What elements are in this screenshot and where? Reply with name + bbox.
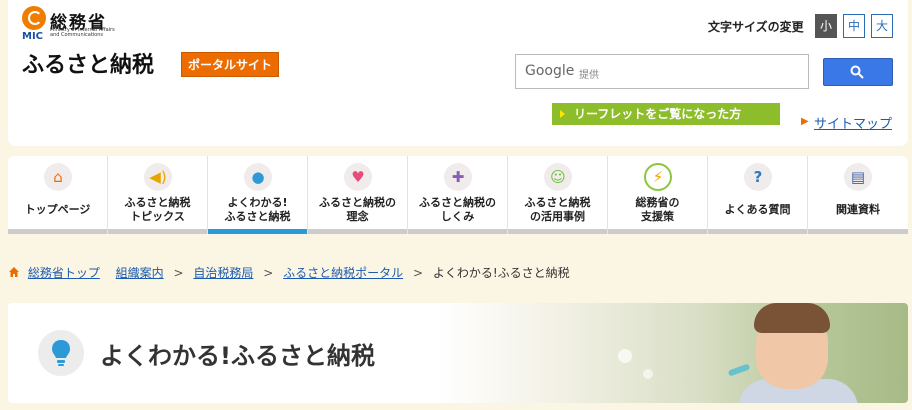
nav-item-understanding[interactable]: ● よくわかる! ふるさと納税 xyxy=(208,156,308,234)
puzzle-icon: ✚ xyxy=(444,163,472,191)
sitemap-arrow-icon: ▶ xyxy=(801,116,809,127)
global-nav: ⌂ トップページ ◀) ふるさと納税 トピックス ● よくわかる! ふるさと納税… xyxy=(8,156,908,234)
leaflet-button[interactable]: リーフレットをご覧になった方 xyxy=(552,103,780,125)
nav-label: トップページ xyxy=(24,203,91,216)
font-size-medium-button[interactable]: 中 xyxy=(843,14,865,38)
breadcrumb-link-organization[interactable]: 組織案内 xyxy=(116,266,164,280)
portal-badge: ポータルサイト xyxy=(181,52,280,77)
search-provider-label: 提供 xyxy=(579,70,599,81)
lightbulb-icon: ● xyxy=(244,163,272,191)
ministry-english: Ministry of Internal Affairs and Communi… xyxy=(50,27,115,38)
lightbulb-icon xyxy=(38,330,84,376)
home-icon xyxy=(9,267,19,277)
page-hero: よくわかる!ふるさと納税 xyxy=(8,303,908,403)
breadcrumb-link-portal[interactable]: ふるさと納税ポータル xyxy=(283,266,403,280)
breadcrumb-link-tax-bureau[interactable]: 自治税務局 xyxy=(193,266,253,280)
font-size-large-button[interactable]: 大 xyxy=(871,14,893,38)
nav-item-documents[interactable]: ▤ 関連資料 xyxy=(808,156,908,234)
arrow-right-icon xyxy=(560,110,565,118)
breadcrumb: 総務省トップ 組織案内 > 自治税務局 > ふるさと納税ポータル > よくわかる… xyxy=(8,264,570,281)
leaflet-label: リーフレットをご覧になった方 xyxy=(574,107,742,121)
font-size-small-button[interactable]: 小 xyxy=(815,14,837,38)
search-button[interactable] xyxy=(823,58,893,86)
mic-mark: MIC xyxy=(22,31,44,42)
sitemap-link[interactable]: サイトマップ xyxy=(814,113,892,132)
breadcrumb-link-mic-top[interactable]: 総務省トップ xyxy=(28,266,100,280)
site-title[interactable]: ふるさと納税 xyxy=(22,47,154,79)
megaphone-icon: ◀) xyxy=(144,163,172,191)
mic-logo-icon[interactable] xyxy=(22,6,46,30)
google-logo: Google xyxy=(525,63,575,79)
site-header: MIC 総務省 Ministry of Internal Affairs and… xyxy=(8,0,908,146)
nav-item-mechanism[interactable]: ✚ ふるさと納税の しくみ xyxy=(408,156,508,234)
nav-label: よくわかる! ふるさと納税 xyxy=(224,196,291,223)
nav-label: ふるさと納税 の活用事例 xyxy=(524,196,591,223)
nav-label: 総務省の 支援策 xyxy=(635,196,680,223)
home-icon: ⌂ xyxy=(44,163,72,191)
nav-label: 関連資料 xyxy=(836,203,880,216)
question-bubble-icon: ? xyxy=(744,163,772,191)
nav-item-philosophy[interactable]: ♥ ふるさと納税の 理念 xyxy=(308,156,408,234)
search-icon xyxy=(850,65,864,79)
nav-item-faq[interactable]: ? よくある質問 xyxy=(708,156,808,234)
document-icon: ▤ xyxy=(844,163,872,191)
nav-label: よくある質問 xyxy=(724,203,791,216)
lightning-icon: ⚡ xyxy=(644,163,672,191)
nav-label: ふるさと納税 トピックス xyxy=(124,196,191,223)
smile-icon: ☺ xyxy=(544,163,572,191)
nav-item-top[interactable]: ⌂ トップページ xyxy=(8,156,108,234)
page-title: よくわかる!ふるさと納税 xyxy=(100,342,375,370)
nav-label: ふるさと納税の しくみ xyxy=(419,196,496,223)
nav-item-examples[interactable]: ☺ ふるさと納税 の活用事例 xyxy=(508,156,608,234)
search-input[interactable]: Google 提供 xyxy=(515,54,809,89)
breadcrumb-current: よくわかる!ふるさと納税 xyxy=(432,266,570,280)
font-size-label: 文字サイズの変更 xyxy=(708,20,804,34)
nav-item-support[interactable]: ⚡ 総務省の 支援策 xyxy=(608,156,708,234)
nav-item-topics[interactable]: ◀) ふるさと納税 トピックス xyxy=(108,156,208,234)
heart-icon: ♥ xyxy=(344,163,372,191)
nav-label: ふるさと納税の 理念 xyxy=(319,196,396,223)
hero-photo xyxy=(438,303,908,403)
